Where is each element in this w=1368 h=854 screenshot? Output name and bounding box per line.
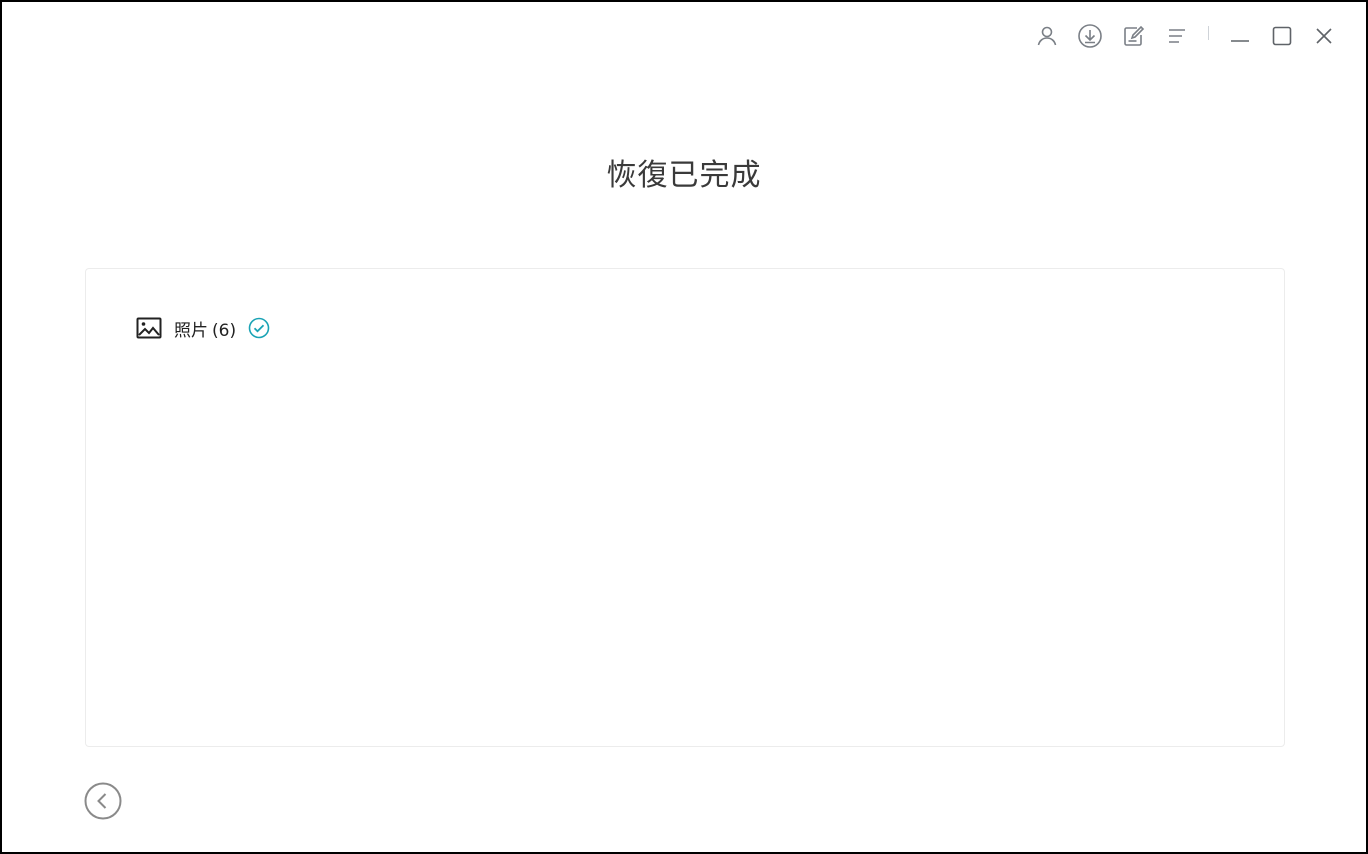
- user-icon: [1035, 24, 1059, 48]
- result-item-count: (6): [212, 320, 237, 341]
- feedback-button[interactable]: [1119, 22, 1147, 50]
- menu-button[interactable]: [1163, 22, 1191, 50]
- check-circle-icon: [248, 317, 270, 339]
- photo-icon: [136, 316, 164, 340]
- result-item-name: 照片: [174, 320, 208, 341]
- titlebar-controls: [1006, 2, 1366, 72]
- user-account-button[interactable]: [1033, 22, 1061, 50]
- download-icon: [1077, 23, 1103, 49]
- back-button[interactable]: [84, 782, 122, 820]
- page-title: 恢復已完成: [606, 158, 762, 193]
- titlebar-separator: [1208, 26, 1209, 40]
- results-panel: 照片 (6): [85, 268, 1285, 747]
- feedback-icon: [1121, 24, 1145, 48]
- result-item-photos: 照片 (6): [136, 313, 270, 343]
- menu-icon: [1166, 25, 1188, 47]
- back-icon: [84, 782, 122, 824]
- minimize-button[interactable]: [1226, 22, 1254, 50]
- close-icon: [1313, 25, 1335, 47]
- result-item-label: 照片 (6): [174, 316, 236, 341]
- maximize-icon: [1271, 25, 1293, 47]
- app-window: 恢復已完成 照片 (6): [0, 0, 1368, 854]
- close-button[interactable]: [1310, 22, 1338, 50]
- maximize-button[interactable]: [1268, 22, 1296, 50]
- minimize-icon: [1229, 25, 1251, 47]
- download-button[interactable]: [1076, 22, 1104, 50]
